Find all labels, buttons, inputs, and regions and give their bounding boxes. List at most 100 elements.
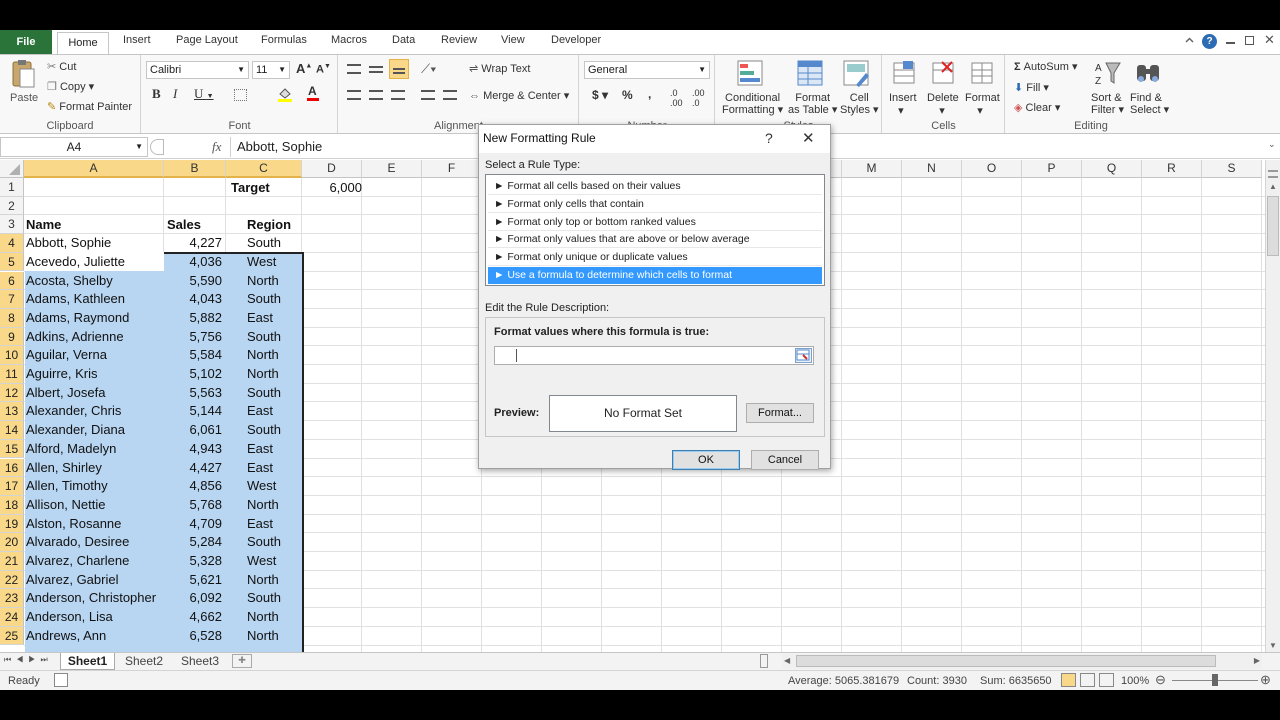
column-header-c[interactable]: C bbox=[226, 160, 302, 178]
font-name-dropdown[interactable]: Calibri ▼ bbox=[146, 61, 249, 79]
paste-button[interactable]: Paste bbox=[10, 92, 38, 104]
cell-d1[interactable]: 6,000 bbox=[304, 180, 364, 195]
normal-view-icon[interactable] bbox=[1061, 673, 1076, 687]
page-layout-view-icon[interactable] bbox=[1080, 673, 1095, 687]
rule-type-item[interactable]: ► Format only unique or duplicate values bbox=[488, 249, 822, 267]
cell-name[interactable]: Adkins, Adrienne bbox=[24, 329, 164, 348]
rule-type-item[interactable]: ► Format all cells based on their values bbox=[488, 178, 822, 195]
cell-sales[interactable]: 4,943 bbox=[164, 441, 224, 460]
align-top-icon[interactable] bbox=[347, 64, 361, 74]
cell-sales[interactable]: 5,768 bbox=[164, 497, 224, 516]
insert-cells-icon[interactable] bbox=[891, 59, 917, 87]
cell-region[interactable]: West bbox=[245, 553, 303, 572]
rule-type-item[interactable]: ► Use a formula to determine which cells… bbox=[488, 267, 822, 284]
cell-sales[interactable]: 6,092 bbox=[164, 590, 224, 609]
row-header-20[interactable]: 20 bbox=[0, 533, 24, 552]
cell-sales[interactable]: 5,102 bbox=[164, 366, 224, 385]
currency-icon[interactable]: $ ▾ bbox=[592, 88, 608, 102]
column-header-a[interactable]: A bbox=[24, 160, 164, 178]
row-header-5[interactable]: 5 bbox=[0, 252, 24, 272]
cell-sales[interactable]: 5,621 bbox=[164, 572, 224, 591]
italic-button[interactable]: I bbox=[173, 86, 177, 102]
copy-button[interactable]: ❐ Copy ▾ bbox=[47, 80, 94, 93]
zoom-out-icon[interactable]: ⊖ bbox=[1155, 672, 1166, 688]
row-header-24[interactable]: 24 bbox=[0, 608, 24, 627]
row-header-2[interactable]: 2 bbox=[0, 196, 24, 216]
rule-type-item[interactable]: ► Format only top or bottom ranked value… bbox=[488, 214, 822, 231]
format-as-table-icon[interactable] bbox=[796, 59, 824, 87]
tab-data[interactable]: Data bbox=[392, 34, 415, 46]
cell-region[interactable]: North bbox=[245, 273, 303, 292]
tab-formulas[interactable]: Formulas bbox=[261, 34, 307, 46]
row-header-15[interactable]: 15 bbox=[0, 439, 24, 459]
cell-sales[interactable]: 4,856 bbox=[164, 478, 224, 497]
sort-filter-button[interactable]: Sort & Filter ▾ bbox=[1091, 92, 1124, 116]
cell-name[interactable]: Aguilar, Verna bbox=[24, 347, 164, 366]
sheet-nav-icons[interactable]: ⏮◀▶⏭ bbox=[4, 655, 53, 665]
cell-region[interactable]: East bbox=[245, 403, 303, 422]
delete-button[interactable]: Delete ▾ bbox=[927, 92, 959, 117]
sort-filter-icon[interactable]: AZ bbox=[1094, 59, 1122, 87]
row-header-16[interactable]: 16 bbox=[0, 458, 24, 478]
increase-decimal-icon[interactable]: .0.00 bbox=[670, 88, 683, 108]
window-close-icon[interactable]: ✕ bbox=[1264, 32, 1275, 48]
cell-name[interactable]: Alvarez, Charlene bbox=[24, 553, 164, 572]
cell-name[interactable]: Alvarez, Gabriel bbox=[24, 572, 164, 591]
cell-region[interactable]: East bbox=[245, 516, 303, 535]
cell-styles-button[interactable]: Cell Styles ▾ bbox=[840, 92, 879, 116]
sheet-tab-3[interactable]: Sheet3 bbox=[174, 653, 226, 670]
rule-type-item[interactable]: ► Format only values that are above or b… bbox=[488, 231, 822, 249]
cell-region[interactable]: North bbox=[245, 366, 303, 385]
sheet-tab-2[interactable]: Sheet2 bbox=[118, 653, 170, 670]
cell-sales[interactable]: 5,882 bbox=[164, 310, 224, 329]
tab-insert[interactable]: Insert bbox=[123, 34, 151, 46]
cell-name[interactable]: Alston, Rosanne bbox=[24, 516, 164, 535]
cell-name[interactable]: Allen, Shirley bbox=[24, 460, 164, 479]
row-header-8[interactable]: 8 bbox=[0, 308, 24, 328]
delete-cells-icon[interactable] bbox=[930, 59, 956, 87]
cell-sales[interactable]: 4,427 bbox=[164, 460, 224, 479]
cell-region[interactable]: North bbox=[245, 609, 303, 628]
underline-button[interactable]: U ▼ bbox=[194, 86, 214, 102]
cell-a3[interactable]: Name bbox=[24, 217, 63, 232]
row-header-13[interactable]: 13 bbox=[0, 402, 24, 422]
format-button[interactable]: Format ▾ bbox=[965, 92, 1000, 117]
column-header-m[interactable]: M bbox=[842, 160, 902, 178]
tab-home[interactable]: Home bbox=[57, 32, 109, 55]
cell-sales[interactable]: 5,590 bbox=[164, 273, 224, 292]
expand-formula-icon[interactable]: ⌄ bbox=[1268, 139, 1276, 150]
align-right-icon[interactable] bbox=[391, 90, 405, 100]
insert-button[interactable]: Insert ▾ bbox=[889, 92, 917, 117]
row-header-23[interactable]: 23 bbox=[0, 589, 24, 609]
conditional-formatting-button[interactable]: Conditional Formatting ▾ bbox=[722, 92, 783, 116]
vertical-scroll-thumb[interactable] bbox=[1267, 196, 1279, 256]
shrink-font-icon[interactable]: A▼ bbox=[316, 63, 331, 76]
column-header-n[interactable]: N bbox=[902, 160, 962, 178]
column-header-r[interactable]: R bbox=[1142, 160, 1202, 178]
cell-sales[interactable]: 6,528 bbox=[164, 628, 224, 647]
cell-name[interactable]: Anderson, Lisa bbox=[24, 609, 164, 628]
row-header-1[interactable]: 1 bbox=[0, 178, 24, 197]
tab-split-handle[interactable] bbox=[760, 654, 768, 668]
font-size-dropdown[interactable]: 11 ▼ bbox=[252, 61, 290, 79]
cell-name[interactable]: Acevedo, Juliette bbox=[24, 254, 164, 273]
wrap-text-button[interactable]: ⇌ Wrap Text bbox=[469, 62, 530, 75]
decrease-decimal-icon[interactable]: .00.0 bbox=[692, 88, 705, 108]
name-box-dropdown-icon[interactable]: ▼ bbox=[135, 138, 143, 156]
cell-b3[interactable]: Sales bbox=[165, 217, 203, 232]
cell-name[interactable]: Allison, Nettie bbox=[24, 497, 164, 516]
name-box[interactable]: A4 ▼ bbox=[0, 137, 148, 157]
cell-region[interactable]: North bbox=[245, 497, 303, 516]
tab-view[interactable]: View bbox=[501, 34, 525, 46]
cell-name[interactable]: Alexander, Chris bbox=[24, 403, 164, 422]
row-header-18[interactable]: 18 bbox=[0, 495, 24, 515]
row-header-17[interactable]: 17 bbox=[0, 477, 24, 496]
cell-name[interactable]: Alexander, Diana bbox=[24, 422, 164, 441]
fill-button[interactable]: ⬇ Fill ▾ bbox=[1014, 81, 1049, 94]
merge-center-button[interactable]: ⇔ Merge & Center ▾ bbox=[469, 89, 569, 102]
cell-name[interactable]: Allen, Timothy bbox=[24, 478, 164, 497]
cell-sales[interactable]: 4,227 bbox=[164, 235, 224, 254]
cell-region[interactable]: West bbox=[245, 478, 303, 497]
autosum-button[interactable]: Σ AutoSum ▾ bbox=[1014, 60, 1078, 73]
row-header-10[interactable]: 10 bbox=[0, 346, 24, 365]
